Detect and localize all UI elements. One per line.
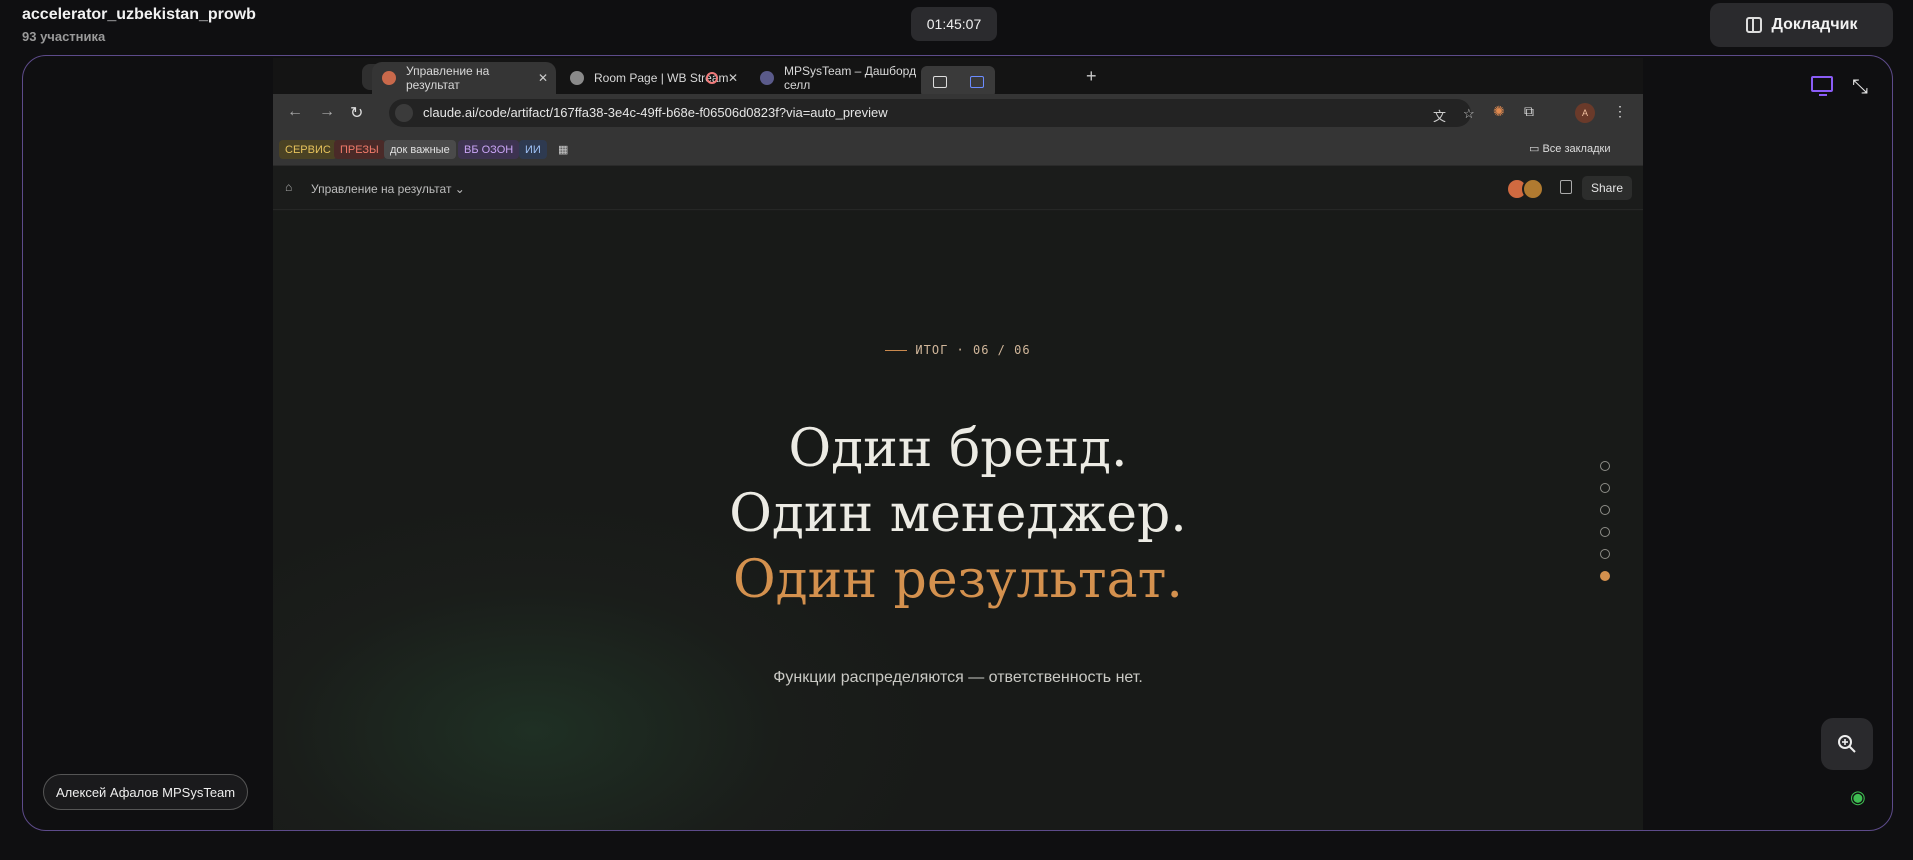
profile-avatar[interactable]: A <box>1575 103 1595 123</box>
slide-subline: Функции распределяются — ответственность… <box>773 669 1143 686</box>
reload-icon[interactable]: ↻ <box>350 103 363 123</box>
slide-dot-1[interactable] <box>1600 461 1610 471</box>
extensions-icon[interactable]: ⧉ <box>1524 103 1534 120</box>
forward-icon[interactable]: → <box>319 103 335 121</box>
participants-count: 93 участника <box>22 29 106 44</box>
back-icon[interactable]: ← <box>287 103 303 121</box>
translate-icon[interactable]: 文 <box>1433 106 1446 125</box>
tab-active[interactable]: Управление на результат ✕ <box>372 62 556 94</box>
new-tab-button[interactable]: + <box>1086 66 1097 87</box>
bookmark-ai[interactable]: ИИ <box>519 140 547 159</box>
shared-browser: ▾ Управление на результат ✕ Room Page | … <box>273 58 1643 830</box>
session-timer: 01:45:07 <box>911 7 997 41</box>
kicker-line <box>885 350 908 351</box>
slide-kicker-text: ИТОГ · 06 / 06 <box>915 343 1031 357</box>
stop-share-icon[interactable] <box>932 76 947 88</box>
close-icon[interactable]: ✕ <box>538 71 548 85</box>
menu-icon[interactable]: ⋮ <box>1613 103 1627 120</box>
speaker-view-label: Докладчик <box>1771 16 1858 33</box>
all-bookmarks-label: Все закладки <box>1542 143 1611 155</box>
bookmark-docs[interactable]: док важные <box>384 140 456 159</box>
artifact-title: Управление на результат <box>311 182 452 196</box>
screen-share-icon[interactable] <box>1811 76 1833 96</box>
tab-dashboard[interactable]: MPSysTeam – Дашборд селл ✕ <box>750 62 944 94</box>
collapse-icon[interactable]: ⤡ <box>1849 76 1871 98</box>
headline-line-2: Один менеджер. <box>729 484 1187 544</box>
slide-dot-4[interactable] <box>1600 527 1610 537</box>
slide-navigation-dots <box>1600 461 1612 593</box>
site-info-icon[interactable] <box>395 104 413 122</box>
close-icon[interactable]: ✕ <box>728 71 738 85</box>
address-bar[interactable]: claude.ai/code/artifact/167ffa38-3e4c-49… <box>389 99 1475 127</box>
slide-dot-5[interactable] <box>1600 549 1610 559</box>
bookmark-wb-ozon[interactable]: ВБ ОЗОН <box>458 140 520 159</box>
tab-room-page[interactable]: Room Page | WB Stream ✕ <box>560 62 746 94</box>
broadcast-icon: ◉ <box>1850 787 1866 807</box>
speaker-view-button[interactable]: Докладчик <box>1710 3 1893 47</box>
artifact-favicon <box>382 71 396 85</box>
bookmark-prezy[interactable]: ПРЕЗЫ <box>334 140 385 159</box>
slide-dot-3[interactable] <box>1600 505 1610 515</box>
share-active-icon[interactable] <box>969 76 984 88</box>
zoom-button[interactable] <box>1821 718 1873 770</box>
chevron-down-icon: ⌄ <box>454 182 465 196</box>
headline-line-3: Один результат. <box>733 550 1183 610</box>
infinity-icon <box>760 71 774 85</box>
presentation-slide: ИТОГ · 06 / 06 Один бренд. Один менеджер… <box>273 211 1643 830</box>
sidebar-layout-icon <box>1745 17 1762 33</box>
bookmark-service[interactable]: СЕРВИС <box>279 140 337 159</box>
tab-label: Управление на результат <box>406 64 490 92</box>
globe-icon <box>570 71 584 85</box>
browser-toolbar: ← → ↻ claude.ai/code/artifact/167ffa38-3… <box>273 94 1643 132</box>
artifact-title-dropdown[interactable]: Управление на результат ⌄ <box>311 182 465 196</box>
headline-line-1: Один бренд. <box>788 419 1128 479</box>
url-text[interactable]: claude.ai/code/artifact/167ffa38-3e4c-49… <box>423 105 888 120</box>
slide-dot-2[interactable] <box>1600 483 1610 493</box>
user-avatar <box>1522 178 1544 200</box>
all-bookmarks[interactable]: ▭ Все закладки <box>1529 142 1610 155</box>
star-icon[interactable]: ☆ <box>1463 106 1475 122</box>
collaborator-avatars <box>1506 178 1550 200</box>
artifact-header: ⌂ Управление на результат ⌄ Share <box>273 166 1643 210</box>
claude-extension-icon[interactable]: ✺ <box>1493 103 1505 120</box>
room-title: accelerator_uzbekistan_prowb <box>22 6 256 23</box>
presenter-name-chip: Алексей Афалов MPSysTeam <box>43 774 249 810</box>
recording-icon <box>706 72 718 84</box>
apps-grid-icon[interactable]: ▦ <box>552 140 574 159</box>
save-bookmark-icon[interactable] <box>1560 180 1572 194</box>
slide-kicker: ИТОГ · 06 / 06 <box>273 343 1643 357</box>
slide-dot-6[interactable] <box>1600 571 1610 581</box>
share-button[interactable]: Share <box>1582 176 1633 200</box>
tab-label: MPSysTeam – Дашборд селл <box>784 64 917 92</box>
artifact-type-icon: ⌂ <box>285 180 293 194</box>
folder-icon: ▭ <box>1529 143 1543 155</box>
bookmarks-bar: СЕРВИС ПРЕЗЫ док важные ВБ ОЗОН ИИ ▦ ▭ В… <box>273 132 1643 166</box>
zoom-in-icon <box>1838 735 1856 753</box>
